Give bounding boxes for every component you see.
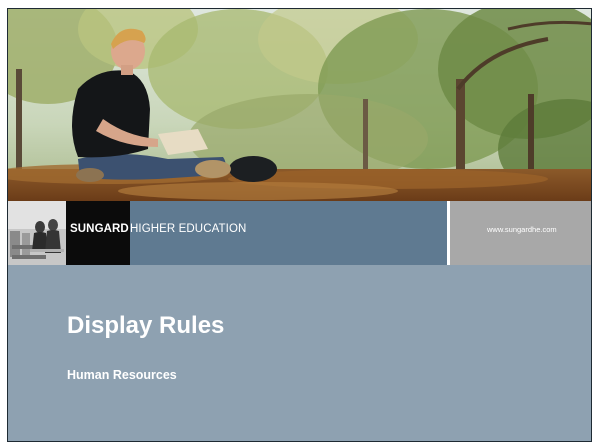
hero-photo-student-reading <box>8 9 591 201</box>
website-url: www.sungardhe.com <box>487 225 557 234</box>
slide-subtitle: Human Resources <box>67 368 177 382</box>
classroom-photo-illustration <box>8 201 66 265</box>
brand-name: SUNGARD <box>70 223 129 235</box>
hero-photo-illustration <box>8 9 591 201</box>
title-slide: SUNGARD HIGHER EDUCATION www.sungardhe.c… <box>7 8 592 442</box>
classroom-photo-thumbnail <box>8 201 66 265</box>
division-name: HIGHER EDUCATION <box>130 223 247 235</box>
slide-title: Display Rules <box>67 312 225 339</box>
